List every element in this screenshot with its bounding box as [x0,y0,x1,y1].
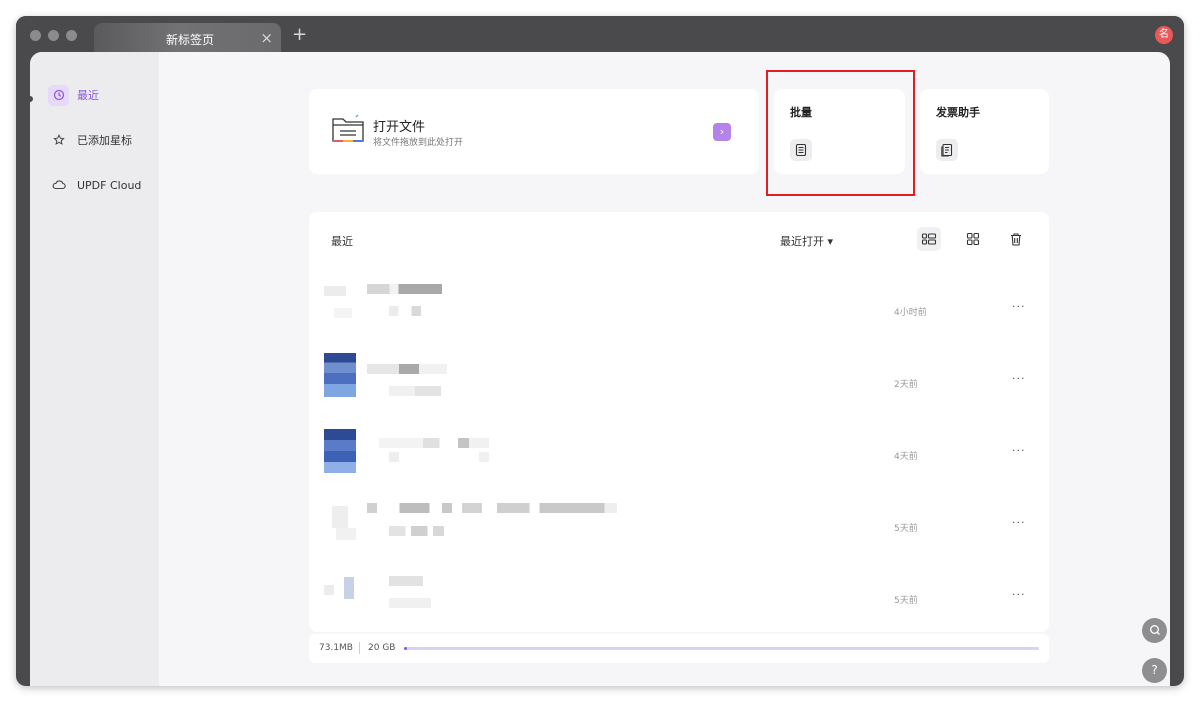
storage-used: 73.1MB [319,643,353,653]
file-meta-redacted [389,306,421,316]
file-meta-redacted [389,452,489,462]
file-name-redacted [367,284,442,294]
file-time: 4小时前 [894,308,927,318]
file-row[interactable]: 2天前 ··· [309,342,1049,414]
storage-total: 20 GB [368,643,396,653]
more-options-icon[interactable]: ··· [1012,444,1026,457]
file-thumbnail [324,575,356,619]
avatar[interactable]: 名 [1155,26,1173,44]
file-thumbnail [324,502,356,546]
open-file-card[interactable]: 打开文件 将文件拖放到此处打开 › [309,89,759,174]
more-options-icon[interactable]: ··· [1012,372,1026,385]
open-file-title: 打开文件 [373,120,426,135]
grid-view-icon[interactable] [961,227,985,251]
file-row[interactable]: 5天前 ··· [309,486,1049,558]
open-file-subtitle: 将文件拖放到此处打开 [373,138,464,148]
batch-card[interactable]: 批量 [774,89,905,174]
file-meta-redacted [389,386,441,396]
file-row[interactable]: 4小时前 ··· [309,270,1049,342]
app-window: 新标签页 × + 名 最近 已添加星标 UPDF Cloud 打开文件 将文件拖… [16,16,1184,686]
star-icon [48,130,69,151]
file-name-redacted [389,576,423,586]
sidebar-item-label: 已添加星标 [77,134,132,147]
storage-divider [359,642,360,654]
open-file-arrow-button[interactable]: › [713,123,731,141]
file-time: 5天前 [894,596,918,606]
file-name-redacted [367,503,617,513]
sidebar-item-starred[interactable]: 已添加星标 [48,129,132,151]
sort-dropdown[interactable]: 最近打开 ▾ [780,233,833,249]
file-meta-redacted [389,598,431,608]
file-time: 5天前 [894,524,918,534]
invoice-card[interactable]: 发票助手 [920,89,1049,174]
close-window-button[interactable] [30,30,41,41]
sidebar-item-cloud[interactable]: UPDF Cloud [48,174,141,196]
recent-title: 最近 [331,235,353,248]
folder-icon [331,114,365,148]
search-icon[interactable] [1142,618,1167,643]
file-thumbnail [324,280,356,324]
file-thumbnail [324,429,356,473]
invoice-icon [936,139,958,161]
tab-new-tab[interactable]: 新标签页 × [94,23,281,54]
file-name-redacted [367,364,447,374]
storage-progress-track [404,647,1039,650]
file-row[interactable]: 4天前 ··· [309,414,1049,486]
invoice-title: 发票助手 [936,106,980,119]
more-options-icon[interactable]: ··· [1012,516,1026,529]
storage-bar: 73.1MB 20 GB [309,634,1049,663]
title-bar: 新标签页 × + 名 [16,16,1184,54]
file-time: 4天前 [894,452,918,462]
file-thumbnail [324,353,356,397]
recent-files-panel: 最近 最近打开 ▾ 4小时前 ··· 2天前 ··· 4天前 ··· 5天前 ·… [309,212,1049,632]
file-meta-redacted [389,526,444,536]
add-tab-button[interactable]: + [292,25,307,45]
sidebar-item-label: 最近 [77,89,99,102]
more-options-icon[interactable]: ··· [1012,588,1026,601]
zoom-window-button[interactable] [66,30,77,41]
file-time: 2天前 [894,380,918,390]
main-content: 最近 已添加星标 UPDF Cloud 打开文件 将文件拖放到此处打开 › 批量… [30,52,1170,686]
help-icon[interactable]: ? [1142,658,1167,683]
file-row[interactable]: 5天前 ··· [309,558,1049,630]
tab-title: 新标签页 [166,33,215,47]
file-name-redacted [379,438,489,448]
cloud-icon [48,175,69,196]
batch-document-icon [790,139,812,161]
sidebar-item-recent[interactable]: 最近 [48,84,99,106]
batch-title: 批量 [790,106,812,119]
sidebar: 最近 已添加星标 UPDF Cloud [30,52,159,686]
storage-progress-fill [404,647,407,650]
minimize-window-button[interactable] [48,30,59,41]
clock-icon [48,84,69,106]
tab-close-icon[interactable]: × [260,28,273,48]
list-view-icon[interactable] [917,227,941,251]
sidebar-item-label: UPDF Cloud [77,178,142,192]
more-options-icon[interactable]: ··· [1012,300,1026,313]
trash-icon[interactable] [1004,227,1028,251]
sidebar-active-indicator [30,96,33,102]
